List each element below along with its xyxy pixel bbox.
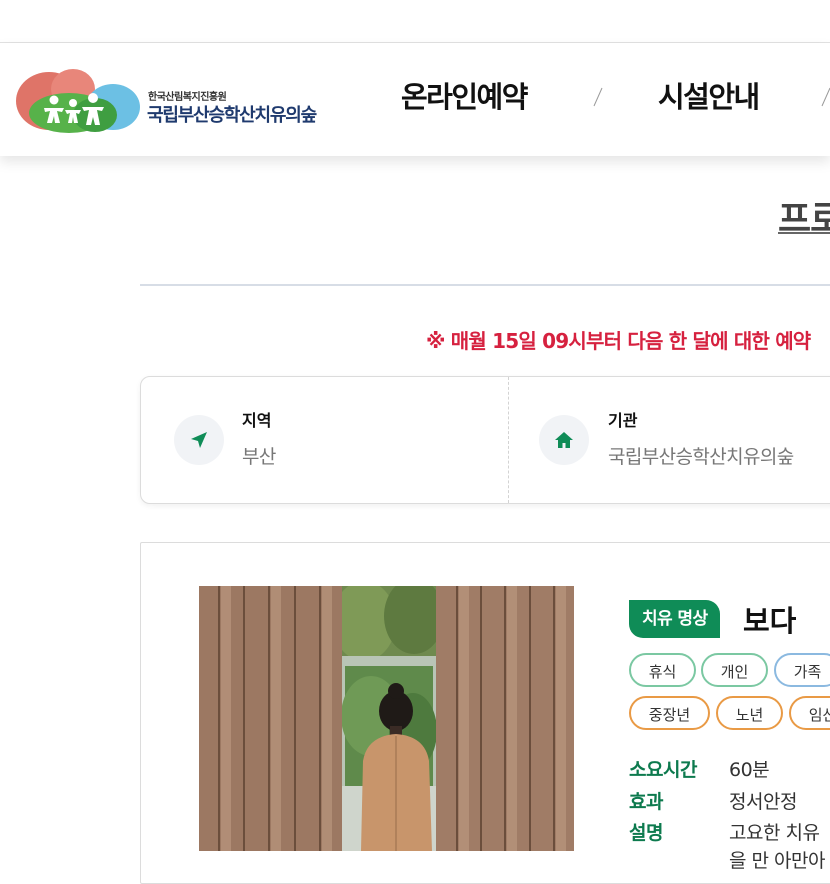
divider-line bbox=[140, 284, 830, 286]
tag-family[interactable]: 가족 bbox=[774, 653, 830, 687]
tag-middle-aged[interactable]: 중장년 bbox=[629, 696, 710, 730]
site-logo[interactable]: 한국산림복지진흥원 국립부산승학산치유의숲 bbox=[15, 63, 345, 135]
meta-value-duration: 60분 bbox=[729, 759, 770, 781]
reservation-notice: ※ 매월 15일 09시부터 다음 한 달에 대한 예약 bbox=[426, 329, 811, 353]
nav-online-reservation[interactable]: 온라인예약 bbox=[401, 74, 528, 116]
home-icon bbox=[539, 415, 589, 465]
page-title-underline bbox=[778, 232, 830, 234]
tag-rest[interactable]: 휴식 bbox=[629, 653, 696, 687]
nav-separator bbox=[821, 87, 830, 107]
program-photo bbox=[199, 586, 574, 851]
info-value-institution: 국립부산승학산치유의숲 bbox=[608, 446, 794, 468]
program-title: 보다 bbox=[743, 604, 797, 638]
meta-key-duration: 소요시간 bbox=[629, 759, 697, 781]
logo-name: 국립부산승학산치유의숲 bbox=[147, 105, 317, 126]
tag-senior[interactable]: 노년 bbox=[716, 696, 783, 730]
info-summary-box: 지역 부산 기관 국립부산승학산치유의숲 bbox=[140, 376, 830, 504]
meta-key-effect: 효과 bbox=[629, 791, 663, 813]
site-header: 한국산림복지진흥원 국립부산승학산치유의숲 온라인예약 시설안내 bbox=[0, 43, 830, 156]
info-divider bbox=[508, 377, 509, 503]
info-value-region: 부산 bbox=[242, 446, 276, 468]
meta-value-effect: 정서안정 bbox=[729, 791, 797, 813]
tag-pregnant[interactable]: 임산 bbox=[789, 696, 830, 730]
nav-separator bbox=[593, 87, 603, 107]
info-label-institution: 기관 bbox=[608, 411, 638, 430]
program-card[interactable]: 치유 명상 보다 휴식 개인 가족 중장년 노년 임산 소요시간 60분 효과 … bbox=[140, 542, 830, 884]
program-category-badge: 치유 명상 bbox=[629, 600, 721, 638]
info-label-region: 지역 bbox=[242, 411, 272, 430]
location-arrow-icon bbox=[174, 415, 224, 465]
tag-individual[interactable]: 개인 bbox=[701, 653, 768, 687]
nav-facility-info[interactable]: 시설안내 bbox=[658, 74, 760, 116]
meta-value-description: 고요한 치유 bbox=[729, 822, 820, 844]
top-utility-bar bbox=[0, 0, 830, 43]
meta-key-description: 설명 bbox=[629, 822, 663, 844]
forest-logo-icon bbox=[16, 69, 140, 133]
